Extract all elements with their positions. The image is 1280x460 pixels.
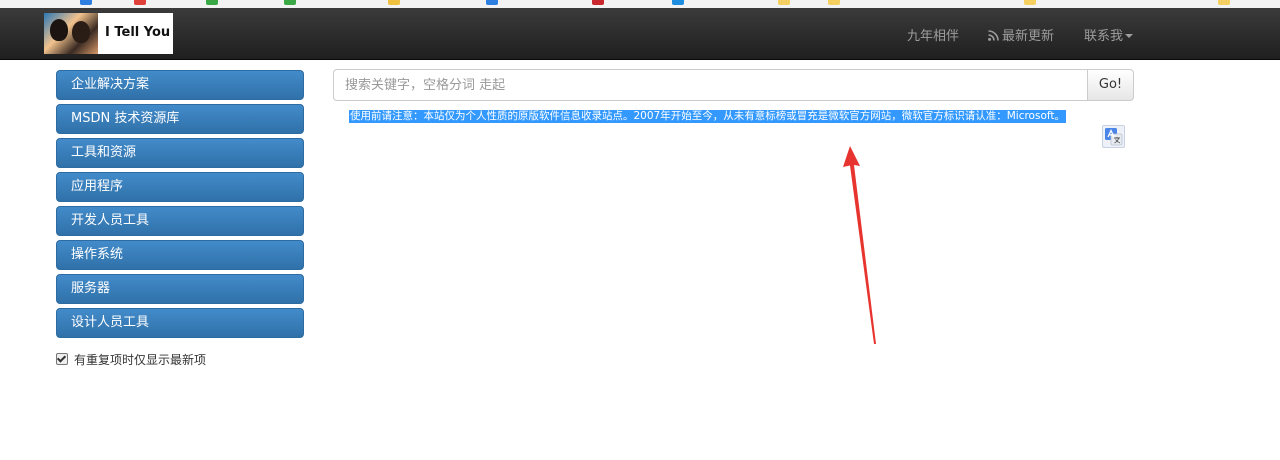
bookmark-icon[interactable]: [672, 0, 684, 5]
bookmark-icon[interactable]: [388, 0, 400, 5]
nav-link-label: 联系我: [1084, 29, 1124, 44]
latest-only-checkbox-row[interactable]: 有重复项时仅显示最新项: [56, 351, 206, 368]
google-translate-glyph: [1105, 128, 1123, 146]
nav-link-label: 最新更新: [1002, 29, 1055, 44]
rss-icon: [988, 30, 999, 41]
sidebar-item-servers[interactable]: 服务器: [56, 274, 304, 304]
bookmark-icon[interactable]: [486, 0, 498, 5]
bookmark-icon[interactable]: [1024, 0, 1036, 5]
bookmark-icon[interactable]: [80, 0, 92, 5]
sidebar-item-developer-tools[interactable]: 开发人员工具: [56, 206, 304, 236]
nav-link-nine-years[interactable]: 九年相伴: [907, 25, 959, 44]
bookmark-icon[interactable]: [206, 0, 218, 5]
brand-text: I Tell You: [105, 25, 171, 40]
sidebar-item-tools-resources[interactable]: 工具和资源: [56, 138, 304, 168]
bookmark-icon[interactable]: [134, 0, 146, 5]
sidebar-item-operating-systems[interactable]: 操作系统: [56, 240, 304, 270]
search-input[interactable]: [333, 69, 1088, 101]
latest-only-checkbox[interactable]: [56, 353, 68, 365]
translate-icon[interactable]: [1102, 125, 1125, 148]
latest-only-label: 有重复项时仅显示最新项: [74, 353, 207, 367]
bookmark-icon[interactable]: [284, 0, 296, 5]
logo-photo: [44, 13, 98, 54]
annotation-arrow: [843, 146, 876, 344]
site-notice-text: 使用前请注意：本站仅为个人性质的原版软件信息收录站点。2007年开始至今，从未有…: [349, 110, 1067, 123]
browser-bookmarks-bar: [0, 0, 1280, 8]
sidebar-item-designer-tools[interactable]: 设计人员工具: [56, 308, 304, 338]
sidebar-item-applications[interactable]: 应用程序: [56, 172, 304, 202]
bookmark-icon[interactable]: [828, 0, 840, 5]
bookmark-icon[interactable]: [778, 0, 790, 5]
category-sidebar: 企业解决方案 MSDN 技术资源库 工具和资源 应用程序 开发人员工具 操作系统…: [56, 70, 304, 342]
bookmark-icon[interactable]: [592, 0, 604, 5]
sidebar-item-msdn-library[interactable]: MSDN 技术资源库: [56, 104, 304, 134]
top-navbar: I Tell You 九年相伴 最新更新 联系我: [0, 8, 1280, 60]
bookmark-icon[interactable]: [1218, 0, 1230, 5]
nav-dropdown-contact[interactable]: 联系我: [1084, 25, 1134, 44]
site-logo[interactable]: I Tell You: [44, 13, 173, 54]
nav-link-latest-updates[interactable]: 最新更新: [988, 25, 1054, 44]
caret-down-icon: [1125, 34, 1134, 38]
search-go-button[interactable]: Go!: [1087, 69, 1134, 101]
sidebar-item-enterprise-solutions[interactable]: 企业解决方案: [56, 70, 304, 100]
